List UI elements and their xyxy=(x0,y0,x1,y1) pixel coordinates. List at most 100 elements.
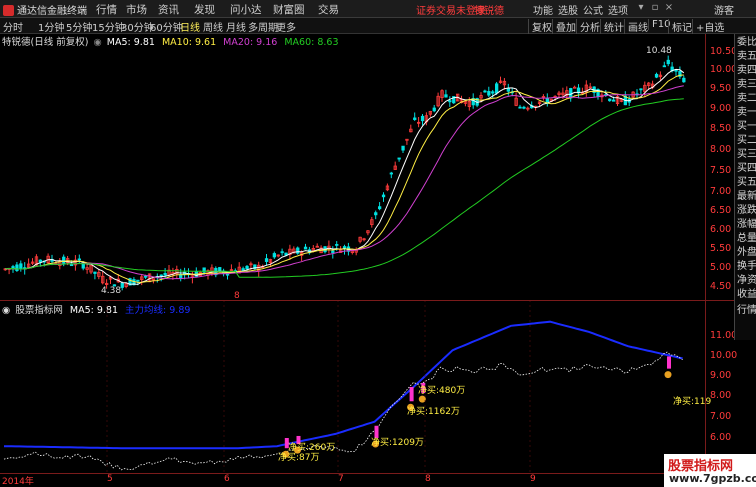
buy-label: 净买:1209万 xyxy=(371,438,424,448)
panel-item[interactable]: 收益 xyxy=(737,288,756,302)
indicator-tick: 10.00 xyxy=(710,350,738,361)
candle-body xyxy=(494,83,499,94)
buy-label: 净买:119 xyxy=(673,397,712,407)
event-marker[interactable]: 8 xyxy=(234,291,240,301)
panel-item[interactable]: 涨幅 xyxy=(737,218,756,232)
panel-item[interactable]: 换手 xyxy=(737,260,756,274)
panel-item[interactable]: 委比 xyxy=(737,36,756,50)
date-axis-line xyxy=(0,473,706,474)
candle-body xyxy=(487,91,491,96)
date-tick: 7 xyxy=(338,474,344,484)
buy-signal-bar xyxy=(409,387,414,402)
price-tick: 6.50 xyxy=(710,205,732,216)
candle-body xyxy=(120,282,124,288)
panel-item[interactable]: 买三 xyxy=(737,148,756,162)
candle-body xyxy=(69,264,74,267)
candle-body xyxy=(608,98,612,102)
candle-body xyxy=(163,273,167,276)
candle-body xyxy=(143,275,148,278)
candle-body xyxy=(93,271,97,274)
candle-body xyxy=(401,145,405,151)
candle-body xyxy=(303,246,308,250)
price-tick: 7.50 xyxy=(710,165,732,176)
price-tick: 4.50 xyxy=(710,281,732,292)
candle-body xyxy=(159,274,163,277)
candle-body xyxy=(682,77,686,83)
candle-body xyxy=(77,258,81,261)
buy-label: 净买:1162万 xyxy=(407,407,460,417)
watermark-logo: 股票指标网 www.7gpzb.com xyxy=(664,454,756,487)
date-tick: 6 xyxy=(224,474,230,484)
indicator-tick: 9.00 xyxy=(710,370,732,381)
candle-body xyxy=(377,206,382,210)
panel-item[interactable]: 行情 xyxy=(737,304,756,318)
panel-item[interactable]: 买四 xyxy=(737,162,756,176)
axis-divider xyxy=(705,34,706,474)
price-tick: 7.00 xyxy=(710,186,732,197)
indicator-tick: 8.00 xyxy=(710,390,732,401)
buy-label: 净买:480万 xyxy=(418,386,466,396)
panel-item[interactable]: 卖二 xyxy=(737,92,756,106)
price-tick: 6.00 xyxy=(710,224,732,235)
panel-item[interactable]: 卖三 xyxy=(737,78,756,92)
indicator-tick: 6.00 xyxy=(710,432,732,443)
quote-side-panel: 委比 卖五 卖四 卖三 卖二 卖一 买一 买二 买三 买四 买五 最新 涨跌 涨… xyxy=(734,34,756,340)
candle-body xyxy=(335,244,339,246)
money-bag-icon xyxy=(664,371,672,379)
panel-item[interactable]: 买五 xyxy=(737,176,756,190)
date-tick: 2014年 xyxy=(2,477,34,487)
candle-body xyxy=(15,264,19,271)
kline-chart[interactable] xyxy=(0,0,734,487)
candle-body xyxy=(662,65,666,68)
candle-body xyxy=(280,251,284,254)
panel-item[interactable]: 净资 xyxy=(737,274,756,288)
panel-item[interactable]: 卖四 xyxy=(737,64,756,78)
panel-item[interactable]: 买一 xyxy=(737,120,756,134)
date-tick: 5 xyxy=(107,474,113,484)
candle-body xyxy=(62,256,66,264)
candle-body xyxy=(506,88,511,92)
candle-body xyxy=(397,157,401,160)
candle-body xyxy=(264,258,269,262)
candle-body xyxy=(444,94,448,98)
high-price-label: 10.48 xyxy=(646,46,672,56)
panel-item[interactable]: 涨跌 xyxy=(737,204,756,218)
candle-body xyxy=(389,172,394,175)
candle-body xyxy=(612,99,616,102)
indicator-dotted-line xyxy=(3,351,683,471)
price-tick: 9.00 xyxy=(710,103,732,114)
price-tick: 5.50 xyxy=(710,243,732,254)
candle-body xyxy=(218,267,222,272)
candle-body xyxy=(381,194,386,198)
candle-body xyxy=(136,279,140,282)
candle-body xyxy=(296,247,300,254)
panel-item[interactable]: 最新 xyxy=(737,190,756,204)
candle-body xyxy=(374,212,378,216)
panel-item[interactable]: 卖一 xyxy=(737,106,756,120)
indicator-main-line xyxy=(4,320,683,450)
price-tick: 5.00 xyxy=(710,262,732,273)
candle-body xyxy=(573,86,577,89)
candle-body xyxy=(420,115,425,122)
candle-body xyxy=(245,265,249,270)
candle-body xyxy=(639,88,643,91)
price-tick: 8.00 xyxy=(710,144,732,155)
candle-body xyxy=(19,263,23,270)
candle-body xyxy=(518,106,522,109)
panel-item[interactable]: 外盘 xyxy=(737,246,756,260)
candle-body xyxy=(522,106,526,109)
candle-body xyxy=(448,100,452,103)
buy-signal-bar xyxy=(667,356,671,369)
panel-item[interactable]: 买二 xyxy=(737,134,756,148)
date-tick: 9 xyxy=(530,474,536,484)
panel-item[interactable]: 卖五 xyxy=(737,50,756,64)
buy-label: 净买:87万 xyxy=(278,453,320,463)
candle-body xyxy=(272,253,277,258)
candle-body xyxy=(331,250,335,254)
candle-body xyxy=(654,73,659,78)
panel-item[interactable]: 总量 xyxy=(737,232,756,246)
candle-body xyxy=(483,90,487,93)
candle-body xyxy=(432,107,436,112)
candle-body xyxy=(569,88,573,99)
candle-body xyxy=(413,117,417,120)
